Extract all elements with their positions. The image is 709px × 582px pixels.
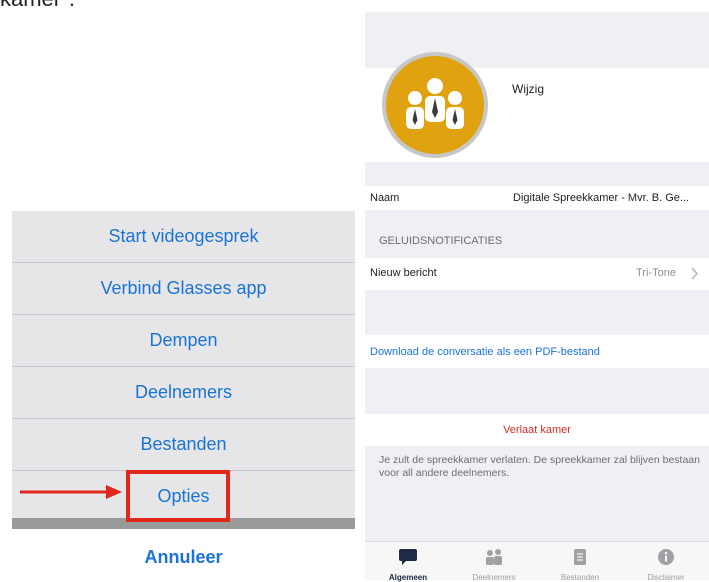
download-pdf-link[interactable]: Download de conversatie als een PDF-best…: [370, 346, 600, 358]
tab-files[interactable]: Bestanden: [537, 542, 623, 582]
tab-disclaimer[interactable]: Disclaimer: [623, 542, 709, 582]
cancel-button[interactable]: Annuleer: [12, 537, 355, 577]
tab-general[interactable]: Algemeen: [365, 542, 451, 582]
room-settings-screen: Wijzig Naam Digitale Spreekkamer - Mvr. …: [365, 12, 709, 582]
leave-room-info: Je zult de spreekkamer verlaten. De spre…: [379, 454, 700, 479]
tab-files-label: Bestanden: [560, 573, 600, 582]
document-icon: [574, 549, 586, 565]
tab-general-label: Algemeen: [388, 573, 428, 582]
new-message-label: Nieuw bericht: [370, 267, 437, 279]
caption-fragment: kamer".: [0, 0, 75, 12]
edit-button[interactable]: Wijzig: [512, 82, 544, 96]
participants-button[interactable]: Deelnemers: [12, 367, 355, 419]
chevron-right-icon: [691, 267, 699, 280]
files-label: Bestanden: [140, 434, 227, 454]
highlight-box: [126, 470, 230, 522]
cancel-label: Annuleer: [144, 546, 223, 567]
tab-participants[interactable]: Deelnemers: [451, 542, 537, 582]
arrow-right-icon: [20, 485, 122, 499]
tab-bar: Algemeen Deelnemers Bestanden Disclaimer: [365, 541, 709, 582]
connect-glasses-app-button[interactable]: Verbind Glasses app: [12, 263, 355, 315]
name-label: Naam: [370, 192, 400, 204]
files-button[interactable]: Bestanden: [12, 419, 355, 471]
chat-icon: [399, 549, 417, 565]
avatar[interactable]: [382, 52, 488, 158]
info-icon: [658, 549, 674, 565]
group-people-icon: [406, 78, 464, 129]
tab-disclaimer-label: Disclaimer: [647, 573, 685, 582]
new-message-value: Tri-Tone: [636, 267, 676, 279]
start-video-call-button[interactable]: Start videogesprek: [12, 211, 355, 263]
people-icon: [486, 549, 502, 565]
mute-button[interactable]: Dempen: [12, 315, 355, 367]
name-value: Digitale Spreekkamer - Mvr. B. Ge...: [513, 192, 690, 204]
connect-glasses-app-label: Verbind Glasses app: [100, 278, 267, 298]
leave-room-button[interactable]: Verlaat kamer: [365, 424, 709, 436]
start-video-call-label: Start videogesprek: [108, 226, 259, 246]
sound-notifications-header: GELUIDSNOTIFICATIES: [379, 235, 503, 247]
participants-label: Deelnemers: [134, 382, 233, 402]
tab-participants-label: Deelnemers: [472, 573, 516, 582]
mute-label: Dempen: [149, 330, 218, 350]
